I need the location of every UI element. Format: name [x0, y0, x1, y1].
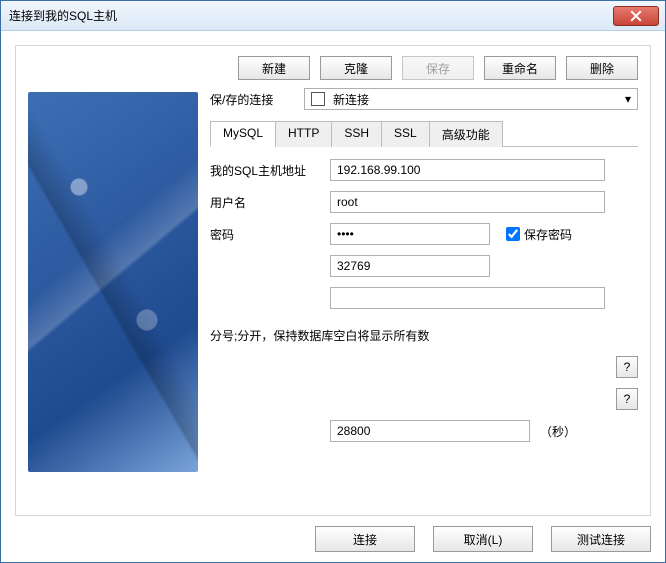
delete-button[interactable]: 删除 [566, 56, 638, 80]
database-input[interactable] [330, 287, 605, 309]
main-titlebar: 连接到我的SQL主机 [1, 1, 665, 31]
save-password-label: 保存密码 [524, 226, 572, 243]
tab-http[interactable]: HTTP [275, 121, 332, 147]
toolbar: 新建 克隆 保存 重命名 删除 [28, 56, 638, 80]
tab-ssh[interactable]: SSH [331, 121, 382, 147]
new-button[interactable]: 新建 [238, 56, 310, 80]
tab-ssl[interactable]: SSL [381, 121, 430, 147]
help-button-2[interactable]: ? [616, 388, 638, 410]
tab-mysql[interactable]: MySQL [210, 121, 276, 147]
timeout-input[interactable] [330, 420, 530, 442]
saved-connections-selected: 新连接 [333, 91, 369, 108]
user-input[interactable] [330, 191, 605, 213]
user-label: 用户名 [210, 194, 330, 211]
checkbox-icon [311, 92, 325, 106]
tab-advanced[interactable]: 高级功能 [429, 121, 503, 147]
decorative-image [28, 92, 198, 472]
save-password-checkbox[interactable] [506, 227, 520, 241]
host-input[interactable] [330, 159, 605, 181]
host-label: 我的SQL主机地址 [210, 162, 330, 179]
cancel-button[interactable]: 取消(L) [433, 526, 533, 552]
saved-connections-label: 保/存的连接 [210, 91, 292, 108]
connect-button[interactable]: 连接 [315, 526, 415, 552]
password-input[interactable] [330, 223, 490, 245]
database-hint: 分号;分开，保持数据库空白将显示所有数 [210, 327, 638, 344]
chevron-down-icon: ▾ [625, 92, 631, 106]
close-icon[interactable] [613, 6, 659, 26]
tabs: MySQL HTTP SSH SSL 高级功能 [210, 120, 638, 147]
main-window: 连接到我的SQL主机 新建 克隆 保存 重命名 删除 保/存的连接 [0, 0, 666, 563]
window-title: 连接到我的SQL主机 [9, 7, 117, 24]
save-button: 保存 [402, 56, 474, 80]
saved-connections-dropdown[interactable]: 新连接 ▾ [304, 88, 638, 110]
content-frame: 新建 克隆 保存 重命名 删除 保/存的连接 新连接 ▾ [15, 45, 651, 516]
rename-button[interactable]: 重命名 [484, 56, 556, 80]
test-connection-button[interactable]: 测试连接 [551, 526, 651, 552]
footer: 连接 取消(L) 测试连接 [15, 526, 651, 552]
clone-button[interactable]: 克隆 [320, 56, 392, 80]
help-button-1[interactable]: ? [616, 356, 638, 378]
password-label: 密码 [210, 226, 330, 243]
port-input[interactable] [330, 255, 490, 277]
save-password-wrap[interactable]: 保存密码 [506, 226, 572, 243]
seconds-label: （秒） [540, 423, 576, 440]
